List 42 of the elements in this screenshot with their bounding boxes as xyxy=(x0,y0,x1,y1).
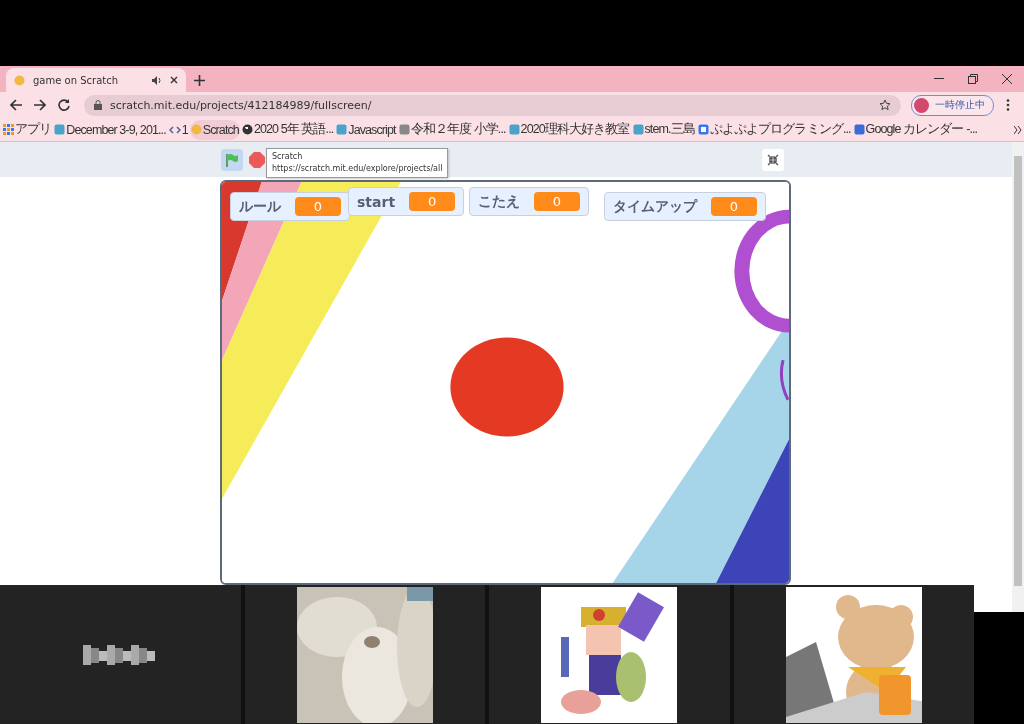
bookmark[interactable]: December 3-9, 201... xyxy=(53,119,167,140)
apps-icon xyxy=(3,124,14,135)
close-icon[interactable] xyxy=(170,76,178,84)
plus-icon[interactable] xyxy=(193,74,205,86)
variable-monitor: タイムアップ 0 xyxy=(604,192,766,221)
minimize-icon[interactable] xyxy=(934,78,944,80)
speaker-icon[interactable] xyxy=(152,75,162,85)
browser-tab[interactable]: game on Scratch xyxy=(6,68,186,92)
avatar xyxy=(914,97,929,113)
bookmark[interactable]: アプリ xyxy=(2,119,53,140)
exit-fullscreen-button[interactable] xyxy=(762,148,784,171)
address-bar[interactable]: scratch.mit.edu/projects/412184989/fullscreen/ xyxy=(84,94,901,116)
stop-button[interactable] xyxy=(249,151,265,168)
bookmark[interactable]: 2020理科大好き教室 xyxy=(507,119,631,140)
reload-icon[interactable] xyxy=(58,99,70,111)
variable-monitor: こたえ 0 xyxy=(469,187,589,216)
bookmark[interactable]: Scratch xyxy=(189,119,240,140)
flag-button[interactable] xyxy=(221,148,243,171)
bookmark[interactable]: Javascript xyxy=(335,119,397,140)
shrink-icon xyxy=(767,153,779,166)
bookmark[interactable]: 令和２年度 小学... xyxy=(397,119,507,140)
star-icon[interactable] xyxy=(879,99,891,111)
bookmark[interactable]: ぷよぷよプログラミング... xyxy=(696,119,852,140)
tooltip: Scratch https://scratch.mit.edu/explore/projects/all xyxy=(266,148,449,178)
forward-icon[interactable] xyxy=(34,99,46,111)
menu-icon[interactable] xyxy=(1006,99,1010,111)
back-icon[interactable] xyxy=(10,99,22,111)
bookmark[interactable]: stem.三島 xyxy=(631,119,696,140)
flag-icon xyxy=(225,152,239,167)
scrollbar-thumb[interactable] xyxy=(1014,156,1022,586)
variable-monitor: ルール 0 xyxy=(230,192,350,221)
lock-icon xyxy=(94,100,102,110)
close-icon[interactable] xyxy=(1002,74,1012,84)
bookmark[interactable]: Google カレンダー -... xyxy=(852,119,979,140)
profile-button[interactable]: 一時停止中 xyxy=(911,94,994,116)
variable-monitor: start 0 xyxy=(348,187,465,216)
bookmark[interactable]: 2020 5年 英語... xyxy=(240,119,335,140)
square-icon xyxy=(697,124,709,135)
chevron-icon[interactable] xyxy=(1014,125,1022,134)
code-icon xyxy=(168,125,181,134)
bookmark[interactable]: 1 xyxy=(167,119,189,140)
restore-icon[interactable] xyxy=(968,74,978,84)
